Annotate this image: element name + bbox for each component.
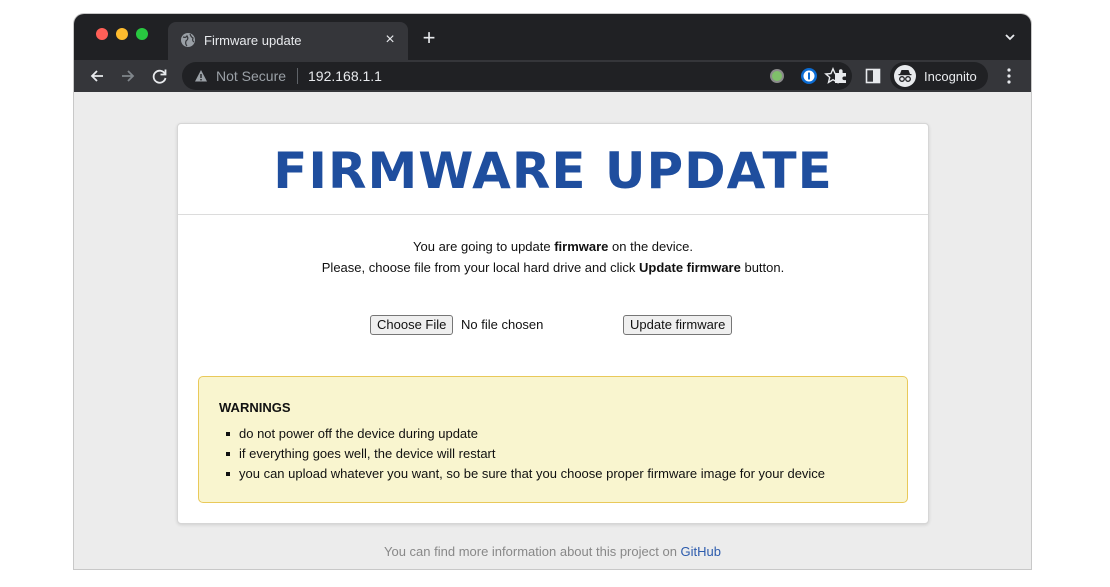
intro-text: You are going to update firmware on the … (178, 236, 928, 278)
page-title: FIRMWARE UPDATE (273, 142, 833, 200)
window-maximize-button[interactable] (136, 28, 148, 40)
warning-item: do not power off the device during updat… (221, 424, 825, 444)
footer: You can find more information about this… (74, 544, 1031, 559)
tab-strip: Firmware update × + (74, 14, 1031, 60)
omnibox-separator (297, 68, 298, 84)
menu-dots-icon[interactable] (1002, 67, 1016, 85)
warning-triangle-icon[interactable] (194, 69, 208, 83)
new-tab-button[interactable]: + (418, 27, 440, 49)
tab-firmware-update[interactable]: Firmware update × (168, 22, 408, 60)
side-panel-icon[interactable] (864, 67, 882, 85)
window-minimize-button[interactable] (116, 28, 128, 40)
upload-form: Choose File No file chosen Update firmwa… (178, 315, 928, 339)
file-status: No file chosen (461, 317, 544, 332)
profile-label: Incognito (924, 69, 977, 84)
extension-circle-icon[interactable] (768, 67, 786, 85)
browser-toolbar: Not Secure 192.168.1.1 Incognito (74, 60, 1031, 92)
puzzle-icon[interactable] (832, 67, 850, 85)
update-firmware-button[interactable]: Update firmware (623, 315, 733, 335)
address-bar[interactable]: Not Secure 192.168.1.1 (182, 62, 852, 90)
firmware-card: FIRMWARE UPDATE You are going to update … (177, 123, 929, 524)
page-viewport: FIRMWARE UPDATE You are going to update … (74, 92, 1031, 569)
back-arrow-icon[interactable] (86, 65, 108, 87)
intro-line-1-bold: firmware (554, 239, 609, 254)
warnings-title: WARNINGS (219, 400, 291, 415)
tab-title: Firmware update (204, 33, 302, 48)
intro-line-1: You are going to update firmware on the … (178, 236, 928, 257)
intro-line-1-pre: You are going to update (413, 239, 555, 254)
footer-text: You can find more information about this… (384, 544, 681, 559)
url-text[interactable]: 192.168.1.1 (308, 68, 382, 84)
browser-window: Firmware update × + Not Secure 192.168.1… (74, 14, 1031, 569)
incognito-icon (894, 65, 916, 87)
forward-arrow-icon[interactable] (117, 65, 139, 87)
title-divider (178, 214, 928, 215)
security-indicator[interactable]: Not Secure (216, 68, 286, 84)
intro-line-2-bold: Update firmware (638, 260, 741, 275)
intro-line-2: Please, choose file from your local hard… (178, 257, 928, 278)
intro-line-2-pre: Please, choose file from your local hard… (321, 260, 639, 275)
warning-item: you can upload whatever you want, so be … (221, 464, 825, 484)
intro-line-2-post: button. (740, 260, 785, 275)
chevron-down-icon[interactable] (1003, 30, 1017, 44)
choose-file-button[interactable]: Choose File (370, 315, 454, 335)
github-link[interactable]: GitHub (681, 544, 721, 559)
password-manager-icon[interactable] (800, 67, 818, 85)
globe-icon (181, 33, 195, 47)
intro-line-1-post: on the device. (608, 239, 693, 254)
tab-close-icon[interactable]: × (380, 30, 400, 50)
incognito-profile-chip[interactable]: Incognito (890, 62, 988, 90)
window-close-button[interactable] (96, 28, 108, 40)
warnings-box: WARNINGS do not power off the device dur… (198, 376, 908, 503)
warning-item: if everything goes well, the device will… (221, 444, 825, 464)
reload-icon[interactable] (149, 65, 171, 87)
warnings-list: do not power off the device during updat… (221, 424, 825, 484)
